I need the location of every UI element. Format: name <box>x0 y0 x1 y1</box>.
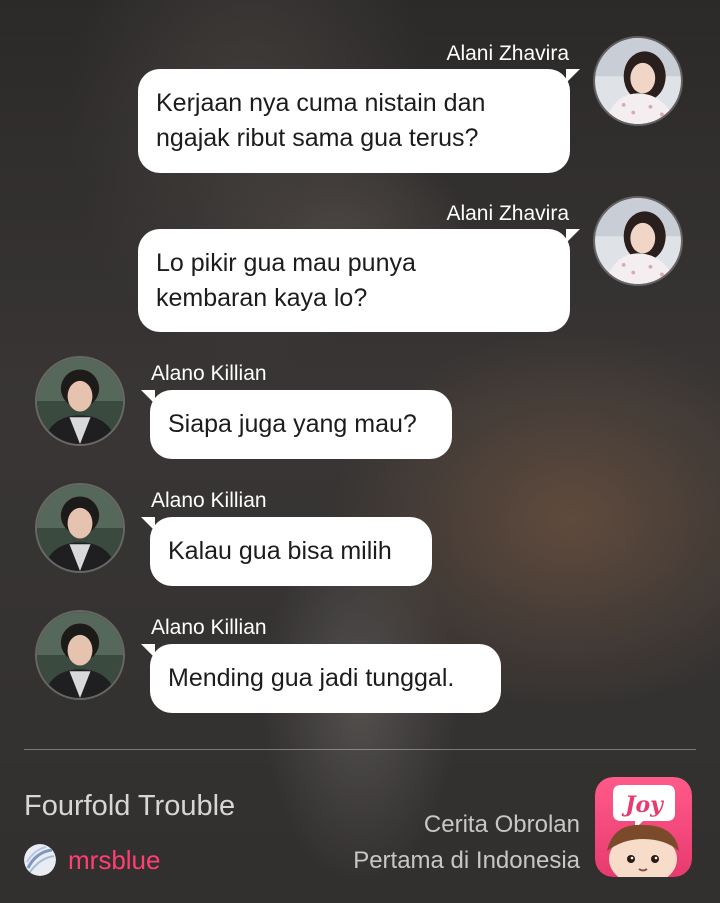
message-bubble[interactable]: Lo pikir gua mau punya kembaran kaya lo? <box>138 229 570 332</box>
avatar-alano-icon[interactable] <box>35 610 125 700</box>
avatar-alano-icon[interactable] <box>35 483 125 573</box>
story-title[interactable]: Fourfold Trouble <box>24 790 235 823</box>
message-text-line: ngajak ribut sama gua terus? <box>156 124 479 152</box>
joy-logo-icon[interactable]: Joy <box>595 777 692 877</box>
avatar-alani-icon[interactable] <box>593 36 683 126</box>
message-bubble[interactable]: Kerjaan nya cuma nistain dan ngajak ribu… <box>138 69 570 173</box>
bubble-tail <box>566 229 580 243</box>
logo-text: Joy <box>621 792 665 818</box>
tagline-line-1: Cerita Obrolan <box>423 811 580 838</box>
sender-name: Alano Killian <box>151 489 267 512</box>
tagline-line-2: Pertama di Indonesia <box>353 847 580 874</box>
sender-name: Alano Killian <box>151 616 267 639</box>
message-bubble[interactable]: Kalau gua bisa milih <box>150 517 432 586</box>
message-text-line: Lo pikir gua mau punya <box>156 249 416 277</box>
sender-name: Alani Zhavira <box>446 202 569 225</box>
footer-divider <box>24 749 696 750</box>
bubble-tail <box>566 69 580 83</box>
message-text-line: Siapa juga yang mau? <box>168 410 417 438</box>
avatar-alano-icon[interactable] <box>35 356 125 446</box>
message-text-line: Mending gua jadi tunggal. <box>168 664 455 692</box>
message-bubble[interactable]: Mending gua jadi tunggal. <box>150 644 501 713</box>
author-avatar-icon <box>24 844 56 876</box>
sender-name: Alano Killian <box>151 362 267 385</box>
message-text-line: Kalau gua bisa milih <box>168 537 392 565</box>
sender-name: Alani Zhavira <box>446 42 569 65</box>
author-name: mrsblue <box>68 845 161 875</box>
avatar-alani-icon[interactable] <box>593 196 683 286</box>
message-bubble[interactable]: Siapa juga yang mau? <box>150 390 452 459</box>
message-text-line: kembaran kaya lo? <box>156 284 368 312</box>
message-text-line: Kerjaan nya cuma nistain dan <box>156 89 486 117</box>
